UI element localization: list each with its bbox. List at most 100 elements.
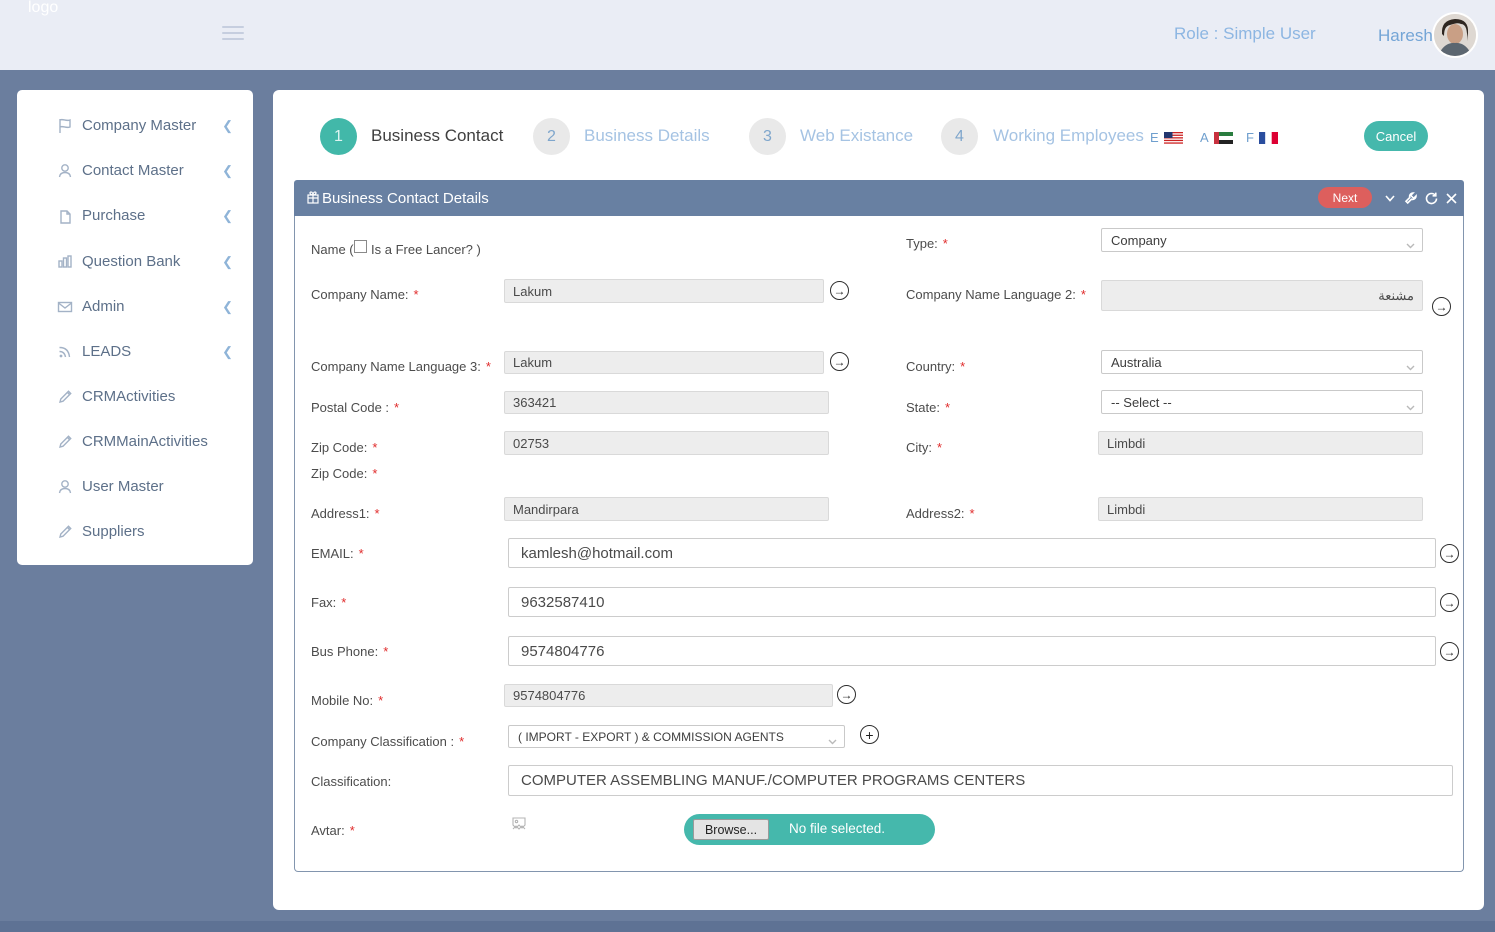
refresh-icon[interactable] <box>1422 189 1440 207</box>
freelancer-checkbox[interactable] <box>354 240 367 253</box>
form-body: Name ( Is a Free Lancer? ) Type:* Compan… <box>294 216 1464 872</box>
sidebar-item-leads[interactable]: LEADS ❮ <box>17 329 253 374</box>
wizard-step-3[interactable]: 3 <box>749 118 786 155</box>
company-name-lang3-input[interactable] <box>504 351 824 374</box>
country-select[interactable]: Australia <box>1101 350 1423 374</box>
chevron-down-icon <box>828 734 837 748</box>
usa-flag-icon <box>1164 132 1183 144</box>
company-name-lang2-input[interactable] <box>1101 280 1423 311</box>
mail-icon <box>55 297 75 317</box>
flag-icon <box>55 116 75 136</box>
sidebar-item-crm-activities[interactable]: CRMActivities <box>17 374 253 419</box>
translate-arrow-icon[interactable]: → <box>830 281 849 300</box>
user-avatar[interactable] <box>1434 14 1476 56</box>
add-classification-plus-icon[interactable]: + <box>860 725 879 744</box>
translate-arrow-icon[interactable]: → <box>1440 544 1459 563</box>
avtar-file-upload[interactable]: Browse... No file selected. <box>684 814 935 845</box>
main-content: 1 Business Contact 2 Business Details 3 … <box>273 90 1484 910</box>
username-label[interactable]: Haresh <box>1378 26 1433 46</box>
sidebar-item-purchase[interactable]: Purchase ❮ <box>17 193 253 238</box>
rss-icon <box>55 342 75 362</box>
translate-arrow-icon[interactable]: → <box>1440 593 1459 612</box>
state-label: State:* <box>906 400 950 415</box>
chevron-left-icon: ❮ <box>222 344 233 360</box>
address1-input[interactable] <box>504 497 829 521</box>
wizard-step-1[interactable]: 1 <box>320 118 357 155</box>
uae-flag-icon <box>1214 132 1233 144</box>
postal-code-label: Postal Code :* <box>311 400 399 415</box>
sidebar-item-admin[interactable]: Admin ❮ <box>17 284 253 329</box>
wizard-step-3-label[interactable]: Web Existance <box>800 126 913 146</box>
translate-arrow-icon[interactable]: → <box>1440 642 1459 661</box>
user-role-label: Role : Simple User <box>1174 24 1316 44</box>
address2-input[interactable] <box>1098 497 1423 521</box>
mobile-no-input[interactable] <box>504 684 833 707</box>
app-logo: logo <box>28 0 58 17</box>
user-icon <box>55 477 75 497</box>
wizard-step-2[interactable]: 2 <box>533 118 570 155</box>
wizard-step-4[interactable]: 4 <box>941 118 978 155</box>
bus-phone-label: Bus Phone:* <box>311 644 388 659</box>
panel-title: Business Contact Details <box>322 190 489 207</box>
bus-phone-input[interactable] <box>508 636 1436 666</box>
user-icon <box>55 161 75 181</box>
mobile-no-label: Mobile No:* <box>311 693 383 708</box>
company-classification-select[interactable]: ( IMPORT - EXPORT ) & COMMISSION AGENTS <box>508 725 845 748</box>
pencil-icon <box>55 522 75 542</box>
pencil-icon <box>55 432 75 452</box>
close-icon[interactable] <box>1442 189 1460 207</box>
chevron-down-icon <box>1406 237 1415 252</box>
wizard-step-4-label[interactable]: Working Employees <box>993 126 1144 146</box>
chevron-left-icon: ❮ <box>222 118 233 134</box>
classification-input[interactable] <box>508 765 1453 796</box>
france-flag-icon <box>1259 132 1278 144</box>
translate-arrow-icon[interactable]: → <box>830 352 849 371</box>
document-icon <box>55 206 75 226</box>
chevron-left-icon: ❮ <box>222 163 233 179</box>
sidebar-item-company-master[interactable]: Company Master ❮ <box>17 103 253 148</box>
type-select[interactable]: Company <box>1101 228 1423 252</box>
sidebar-item-user-master[interactable]: User Master <box>17 464 253 509</box>
email-label: EMAIL:* <box>311 546 364 561</box>
translate-arrow-icon[interactable]: → <box>1432 297 1451 316</box>
country-label: Country:* <box>906 359 965 374</box>
panel-header: Business Contact Details Next <box>294 180 1464 216</box>
zip-code-input[interactable] <box>504 431 829 455</box>
city-label: City:* <box>906 440 942 455</box>
sidebar-item-question-bank[interactable]: Question Bank ❮ <box>17 239 253 284</box>
fax-input[interactable] <box>508 587 1436 617</box>
sidebar-item-contact-master[interactable]: Contact Master ❮ <box>17 148 253 193</box>
name-label: Name ( <box>311 242 354 257</box>
hamburger-menu-icon[interactable] <box>222 26 244 42</box>
classification-label: Classification: <box>311 774 391 789</box>
sidebar: Company Master ❮ Contact Master ❮ Purcha… <box>17 90 253 565</box>
wizard-step-1-label[interactable]: Business Contact <box>371 126 503 146</box>
chevron-down-icon <box>1406 359 1415 374</box>
state-select[interactable]: -- Select -- <box>1101 390 1423 414</box>
cancel-button[interactable]: Cancel <box>1364 121 1428 151</box>
screen: logo Role : Simple User Haresh Company M… <box>0 0 1495 932</box>
company-name-input[interactable] <box>504 279 824 303</box>
sidebar-item-crm-main-activities[interactable]: CRMMainActivities <box>17 419 253 464</box>
pencil-icon <box>55 387 75 407</box>
next-button[interactable]: Next <box>1318 187 1372 208</box>
zip-code-duplicate-label: Zip Code:* <box>311 466 377 481</box>
company-name-lang3-label: Company Name Language 3:* <box>311 359 491 374</box>
avtar-label: Avtar:* <box>311 823 355 838</box>
postal-code-input[interactable] <box>504 391 829 414</box>
city-input[interactable] <box>1098 431 1423 455</box>
address1-label: Address1:* <box>311 506 380 521</box>
translate-arrow-icon[interactable]: → <box>837 685 856 704</box>
settings-wrench-icon[interactable] <box>1402 189 1420 207</box>
language-french[interactable]: F <box>1246 130 1278 145</box>
language-arabic[interactable]: A <box>1200 130 1233 145</box>
email-input[interactable] <box>508 538 1436 568</box>
sidebar-item-suppliers[interactable]: Suppliers <box>17 509 253 554</box>
chevron-left-icon: ❮ <box>222 208 233 224</box>
collapse-chevron-icon[interactable] <box>1381 189 1399 207</box>
chevron-down-icon <box>1406 399 1415 414</box>
wizard-step-2-label[interactable]: Business Details <box>584 126 710 146</box>
company-name-label: Company Name:* <box>311 287 419 302</box>
browse-button[interactable]: Browse... <box>693 819 769 840</box>
language-english[interactable]: E <box>1150 130 1183 145</box>
